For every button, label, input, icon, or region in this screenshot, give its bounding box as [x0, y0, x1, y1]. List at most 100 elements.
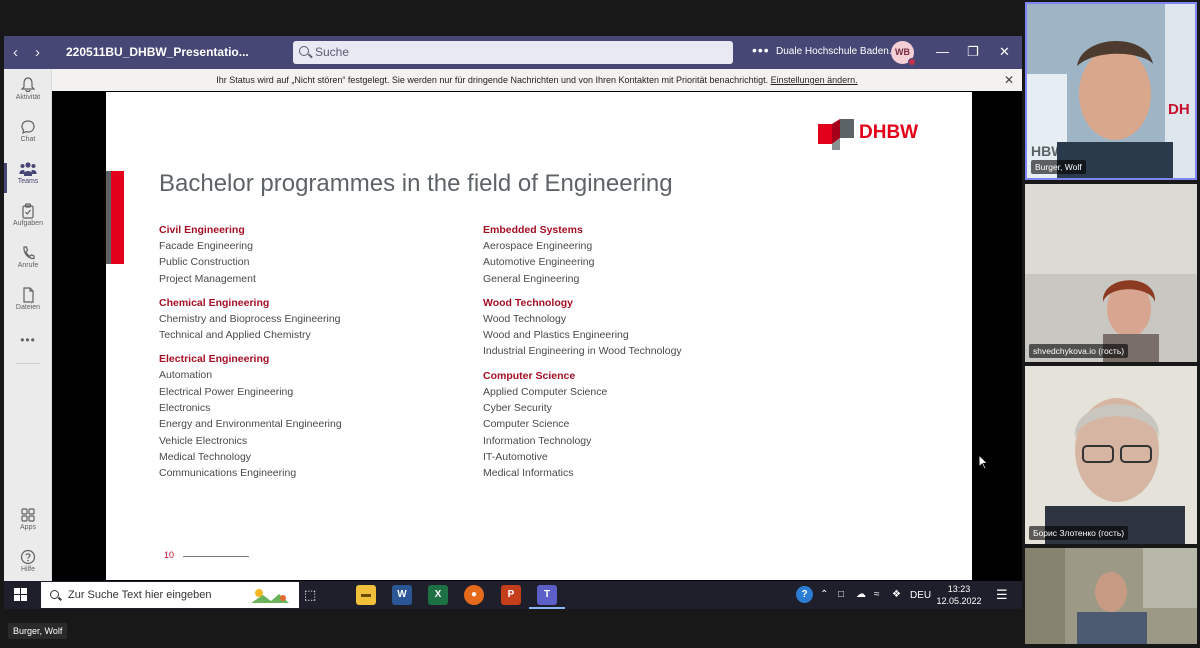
rail-item-apps[interactable]: Apps	[4, 507, 52, 547]
programme-item: Medical Informatics	[483, 467, 574, 480]
back-icon[interactable]: ‹	[13, 44, 18, 61]
avatar-initials: WB	[895, 47, 910, 57]
participant-tile[interactable]: Борис Злотенко (гость)	[1025, 366, 1197, 544]
file-icon	[23, 287, 34, 303]
taskbar-search-input[interactable]: Zur Suche Text hier eingeben	[41, 582, 299, 608]
rail-item-tasks[interactable]: Aufgaben	[4, 203, 52, 243]
programme-item: Wood Technology	[483, 312, 567, 325]
close-icon[interactable]: ✕	[999, 44, 1010, 60]
programme-item: Information Technology	[483, 434, 592, 447]
organization-name[interactable]: Duale Hochschule Baden...	[776, 46, 897, 57]
svg-text:DH: DH	[1168, 101, 1190, 118]
powerpoint-app-icon[interactable]: P	[501, 585, 521, 605]
programme-heading: Electrical Engineering	[159, 353, 270, 366]
network-icon[interactable]: □	[838, 589, 844, 600]
clock-time: 13:23	[947, 584, 971, 594]
notification-center-icon[interactable]: ☰	[996, 587, 1008, 603]
rail-label: Chat	[20, 136, 36, 143]
participant-tile[interactable]	[1025, 548, 1197, 644]
windows-logo-icon	[14, 588, 20, 594]
weather-highlight-icon	[251, 589, 289, 603]
cloud-icon[interactable]: ☁	[856, 589, 866, 600]
participant-tile[interactable]: DH HBW Burger, Wolf	[1025, 2, 1197, 180]
programme-item: Facade Engineering	[159, 240, 253, 252]
programme-item: Automotive Engineering	[483, 256, 595, 269]
word-app-icon[interactable]: W	[392, 585, 412, 605]
programme-item: General Engineering	[483, 272, 580, 285]
programme-item: Computer Science	[483, 418, 570, 431]
excel-app-icon[interactable]: X	[428, 585, 448, 605]
programme-heading: Chemical Engineering	[159, 296, 270, 309]
teams-app-icon[interactable]: T	[529, 585, 565, 609]
programme-group: Computer Science Applied Computer Science…	[483, 368, 783, 482]
status-dnd-icon	[908, 58, 916, 66]
wifi-icon[interactable]: ≈	[874, 589, 880, 600]
programme-heading: Wood Technology	[483, 296, 574, 309]
slide-page-number: 10	[164, 550, 175, 560]
windows-taskbar: Zur Suche Text hier eingeben ⬚ ▬ W X ● P…	[4, 581, 1022, 609]
teams-window: ‹ › 220511BU_DHBW_Presentatio... Suche •…	[4, 36, 1022, 581]
programme-item: Electronics	[159, 402, 211, 415]
rail-item-files[interactable]: Dateien	[4, 287, 52, 327]
participant-video	[1025, 366, 1197, 544]
rail-item-teams[interactable]: Teams	[4, 161, 52, 201]
participant-name: Борис Злотенко (гость)	[1029, 526, 1129, 540]
help-tray-icon[interactable]: ?	[796, 586, 813, 603]
window-title: 220511BU_DHBW_Presentatio...	[66, 45, 249, 59]
rail-item-activity[interactable]: Aktivität	[4, 77, 52, 117]
shared-screen: DHBW Bachelor programmes in the field of…	[52, 91, 1022, 581]
help-icon	[20, 549, 36, 565]
programme-group: Wood Technology Wood Technology Wood and P…	[483, 295, 783, 360]
rail-item-chat[interactable]: Chat	[4, 119, 52, 159]
task-view-icon[interactable]: ⬚	[304, 587, 316, 603]
programme-heading: Computer Science	[483, 369, 576, 382]
presentation-slide: DHBW Bachelor programmes in the field of…	[106, 92, 988, 580]
teams-icon	[19, 162, 37, 176]
dropbox-icon[interactable]: ❖	[892, 589, 901, 600]
slide-title: Bachelor programmes in the field of Engi…	[159, 170, 673, 197]
participant-name: Burger, Wolf	[1031, 160, 1086, 174]
programme-item: Technical and Applied Chemistry	[159, 329, 311, 342]
programme-item: Industrial Engineering in Wood Technolog…	[483, 345, 682, 358]
programme-heading: Embedded Systems	[483, 224, 583, 236]
rail-divider	[16, 363, 40, 364]
programme-item: Energy and Environmental Engineering	[159, 418, 342, 431]
clock-date: 12.05.2022	[936, 596, 982, 606]
programme-group: Embedded Systems Aerospace Engineering Aut…	[483, 222, 783, 287]
rail-label: Aktivität	[15, 94, 41, 101]
close-notification-icon[interactable]: ✕	[1004, 69, 1014, 91]
settings-link[interactable]: Einstellungen ändern.	[771, 75, 858, 85]
notification-text: Ihr Status wird auf „Nicht stören“ festg…	[216, 75, 769, 85]
rail-label: Apps	[20, 524, 36, 531]
explorer-app-icon[interactable]: ▬	[356, 585, 376, 605]
programme-item: Project Management	[159, 272, 256, 285]
minimize-icon[interactable]: —	[936, 44, 949, 59]
bell-icon	[21, 77, 35, 93]
participant-tile[interactable]: shvedchykova.io (гость)	[1025, 184, 1197, 362]
participant-name: shvedchykova.io (гость)	[1029, 344, 1129, 358]
taskbar-clock[interactable]: 13:23 12.05.2022	[934, 583, 984, 607]
more-icon: •••	[20, 333, 36, 347]
forward-icon[interactable]: ›	[35, 44, 40, 61]
presenter-label: Burger, Wolf	[8, 623, 68, 639]
rail-label: Aufgaben	[13, 220, 43, 227]
language-indicator[interactable]: DEU	[910, 590, 931, 601]
programme-item: Vehicle Electronics	[159, 434, 248, 447]
tasks-icon	[22, 203, 34, 219]
screen: ‹ › 220511BU_DHBW_Presentatio... Suche •…	[0, 0, 1200, 648]
more-options-icon[interactable]: •••	[752, 42, 770, 58]
start-button[interactable]	[14, 588, 28, 602]
chevron-up-icon[interactable]: ⌃	[820, 589, 828, 600]
avatar[interactable]: WB	[891, 41, 916, 66]
programme-item: Medical Technology	[159, 450, 252, 463]
rail-item-calls[interactable]: Anrufe	[4, 245, 52, 285]
maximize-icon[interactable]: ❐	[967, 44, 979, 60]
title-bar: ‹ › 220511BU_DHBW_Presentatio... Suche •…	[4, 36, 1022, 69]
rail-more-button[interactable]: •••	[4, 331, 52, 371]
taskbar-search-placeholder: Zur Suche Text hier eingeben	[68, 589, 212, 601]
mouse-cursor-icon	[978, 454, 988, 470]
programme-item: Wood and Plastics Engineering	[483, 329, 629, 342]
search-input[interactable]: Suche	[293, 41, 733, 64]
firefox-app-icon[interactable]: ●	[464, 585, 484, 605]
phone-icon	[23, 246, 35, 260]
